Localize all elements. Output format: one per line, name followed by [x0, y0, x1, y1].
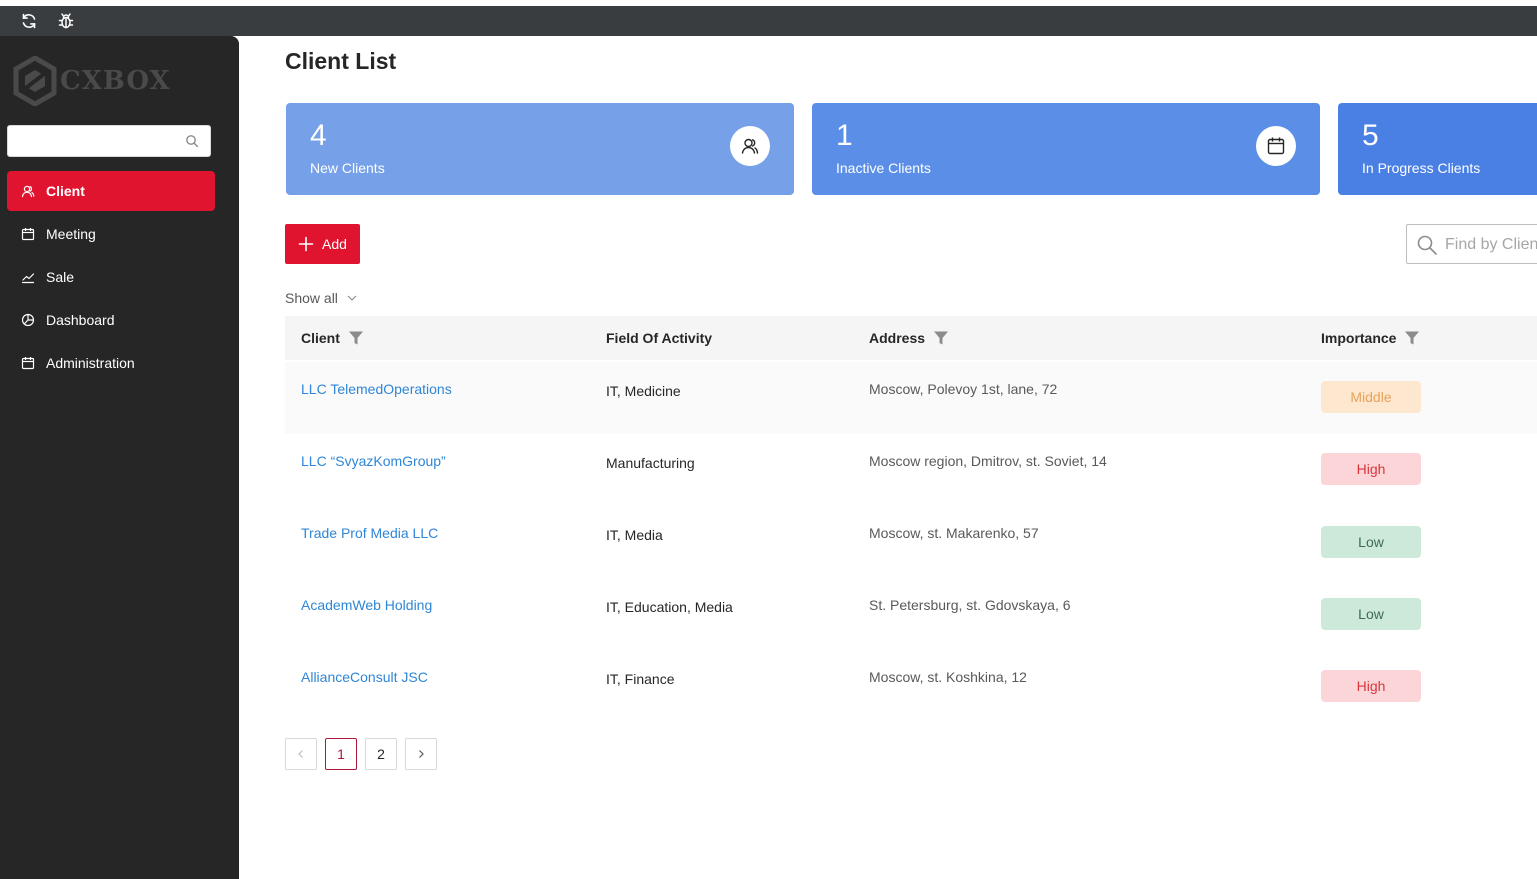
column-label: Field Of Activity	[606, 330, 713, 346]
card-number: 4	[310, 119, 327, 152]
column-label: Address	[869, 330, 926, 346]
card-new-clients[interactable]: 4 New Clients	[286, 103, 794, 195]
column-client[interactable]: Client	[301, 316, 364, 360]
pie-chart-icon	[21, 313, 35, 327]
sidebar-item-administration[interactable]: Administration	[7, 343, 215, 383]
address: Moscow, st. Makarenko, 57	[869, 525, 1039, 541]
chevron-right-icon	[419, 750, 424, 758]
find-by-client[interactable]	[1406, 224, 1537, 264]
address: St. Petersburg, st. Gdovskaya, 6	[869, 597, 1071, 613]
sidebar-item-meeting[interactable]: Meeting	[7, 214, 215, 254]
card-number: 1	[836, 119, 853, 152]
page-title: Client List	[285, 48, 397, 74]
sidebar-search[interactable]	[7, 125, 211, 157]
logo: CXBOX	[12, 56, 182, 106]
plus-icon	[298, 236, 314, 252]
filter-icon[interactable]	[348, 330, 364, 346]
card-in-progress-clients[interactable]: 5 In Progress Clients	[1338, 103, 1537, 195]
sidebar-item-sale[interactable]: Sale	[7, 257, 215, 297]
sidebar-item-label: Client	[46, 183, 85, 199]
page-2-button[interactable]: 2	[365, 738, 397, 770]
line-chart-icon	[21, 270, 35, 284]
address: Moscow, st. Koshkina, 12	[869, 669, 1027, 685]
show-all-dropdown[interactable]: Show all	[285, 290, 358, 306]
add-button[interactable]: Add	[285, 224, 360, 264]
sidebar: CXBOX Client Meeting Sale Dashboard Admi…	[0, 36, 239, 879]
calendar-icon	[21, 356, 35, 370]
table-header: Client Field Of Activity Address Importa…	[285, 316, 1537, 360]
table-row[interactable]: LLC “SvyazKomGroup” Manufacturing Moscow…	[285, 434, 1537, 506]
field-of-activity: IT, Education, Media	[606, 599, 733, 615]
table-row[interactable]: Trade Prof Media LLC IT, Media Moscow, s…	[285, 506, 1537, 578]
importance-badge: Low	[1321, 598, 1421, 630]
field-of-activity: IT, Finance	[606, 671, 675, 687]
logo-mark	[13, 56, 57, 106]
table-row[interactable]: AcademWeb Holding IT, Education, Media S…	[285, 578, 1537, 650]
filter-icon[interactable]	[933, 330, 949, 346]
filter-icon[interactable]	[1404, 330, 1420, 346]
users-icon	[21, 184, 35, 198]
client-link[interactable]: LLC TelemedOperations	[301, 381, 452, 397]
field-of-activity: IT, Medicine	[606, 383, 681, 399]
card-label: New Clients	[310, 160, 385, 176]
client-link[interactable]: AllianceConsult JSC	[301, 669, 428, 685]
search-icon[interactable]	[185, 134, 199, 148]
logo-text: CXBOX	[60, 66, 171, 96]
chevron-left-icon	[298, 750, 303, 758]
sidebar-item-label: Meeting	[46, 226, 96, 242]
client-link[interactable]: AcademWeb Holding	[301, 597, 432, 613]
sidebar-item-label: Dashboard	[46, 312, 115, 328]
importance-badge: Middle	[1321, 381, 1421, 413]
calendar-icon	[1256, 126, 1296, 166]
sidebar-search-input[interactable]	[14, 130, 174, 152]
prev-page-button[interactable]	[285, 738, 317, 770]
address: Moscow, Polevoy 1st, lane, 72	[869, 381, 1058, 397]
column-field-of-activity: Field Of Activity	[606, 316, 712, 360]
sidebar-item-client[interactable]: Client	[7, 171, 215, 211]
show-all-label: Show all	[285, 290, 338, 306]
add-button-label: Add	[322, 236, 347, 252]
column-address[interactable]: Address	[869, 316, 949, 360]
card-number: 5	[1362, 119, 1379, 152]
table-row[interactable]: LLC TelemedOperations IT, Medicine Mosco…	[285, 362, 1537, 434]
column-label: Importance	[1321, 330, 1397, 346]
bug-icon[interactable]	[57, 12, 75, 30]
importance-badge: High	[1321, 670, 1421, 702]
column-label: Client	[301, 330, 340, 346]
sidebar-item-label: Administration	[46, 355, 135, 371]
calendar-icon	[21, 227, 35, 241]
sidebar-item-dashboard[interactable]: Dashboard	[7, 300, 215, 340]
address: Moscow region, Dmitrov, st. Soviet, 14	[869, 453, 1107, 469]
column-importance[interactable]: Importance	[1321, 316, 1420, 360]
field-of-activity: Manufacturing	[606, 455, 695, 471]
importance-badge: Low	[1321, 526, 1421, 558]
card-inactive-clients[interactable]: 1 Inactive Clients	[812, 103, 1320, 195]
top-toolbar	[0, 6, 1537, 36]
table-row[interactable]: AllianceConsult JSC IT, Finance Moscow, …	[285, 650, 1537, 722]
sidebar-item-label: Sale	[46, 269, 75, 285]
client-link[interactable]: LLC “SvyazKomGroup”	[301, 453, 446, 469]
page-1-button[interactable]: 1	[325, 738, 357, 770]
card-label: Inactive Clients	[836, 160, 931, 176]
client-link[interactable]: Trade Prof Media LLC	[301, 525, 438, 541]
refresh-icon[interactable]	[20, 12, 38, 30]
next-page-button[interactable]	[405, 738, 437, 770]
chevron-down-icon	[347, 295, 357, 301]
importance-badge: High	[1321, 453, 1421, 485]
find-by-client-input[interactable]	[1445, 234, 1537, 256]
field-of-activity: IT, Media	[606, 527, 663, 543]
card-label: In Progress Clients	[1362, 160, 1481, 176]
search-icon	[1416, 234, 1438, 256]
users-icon	[730, 126, 770, 166]
